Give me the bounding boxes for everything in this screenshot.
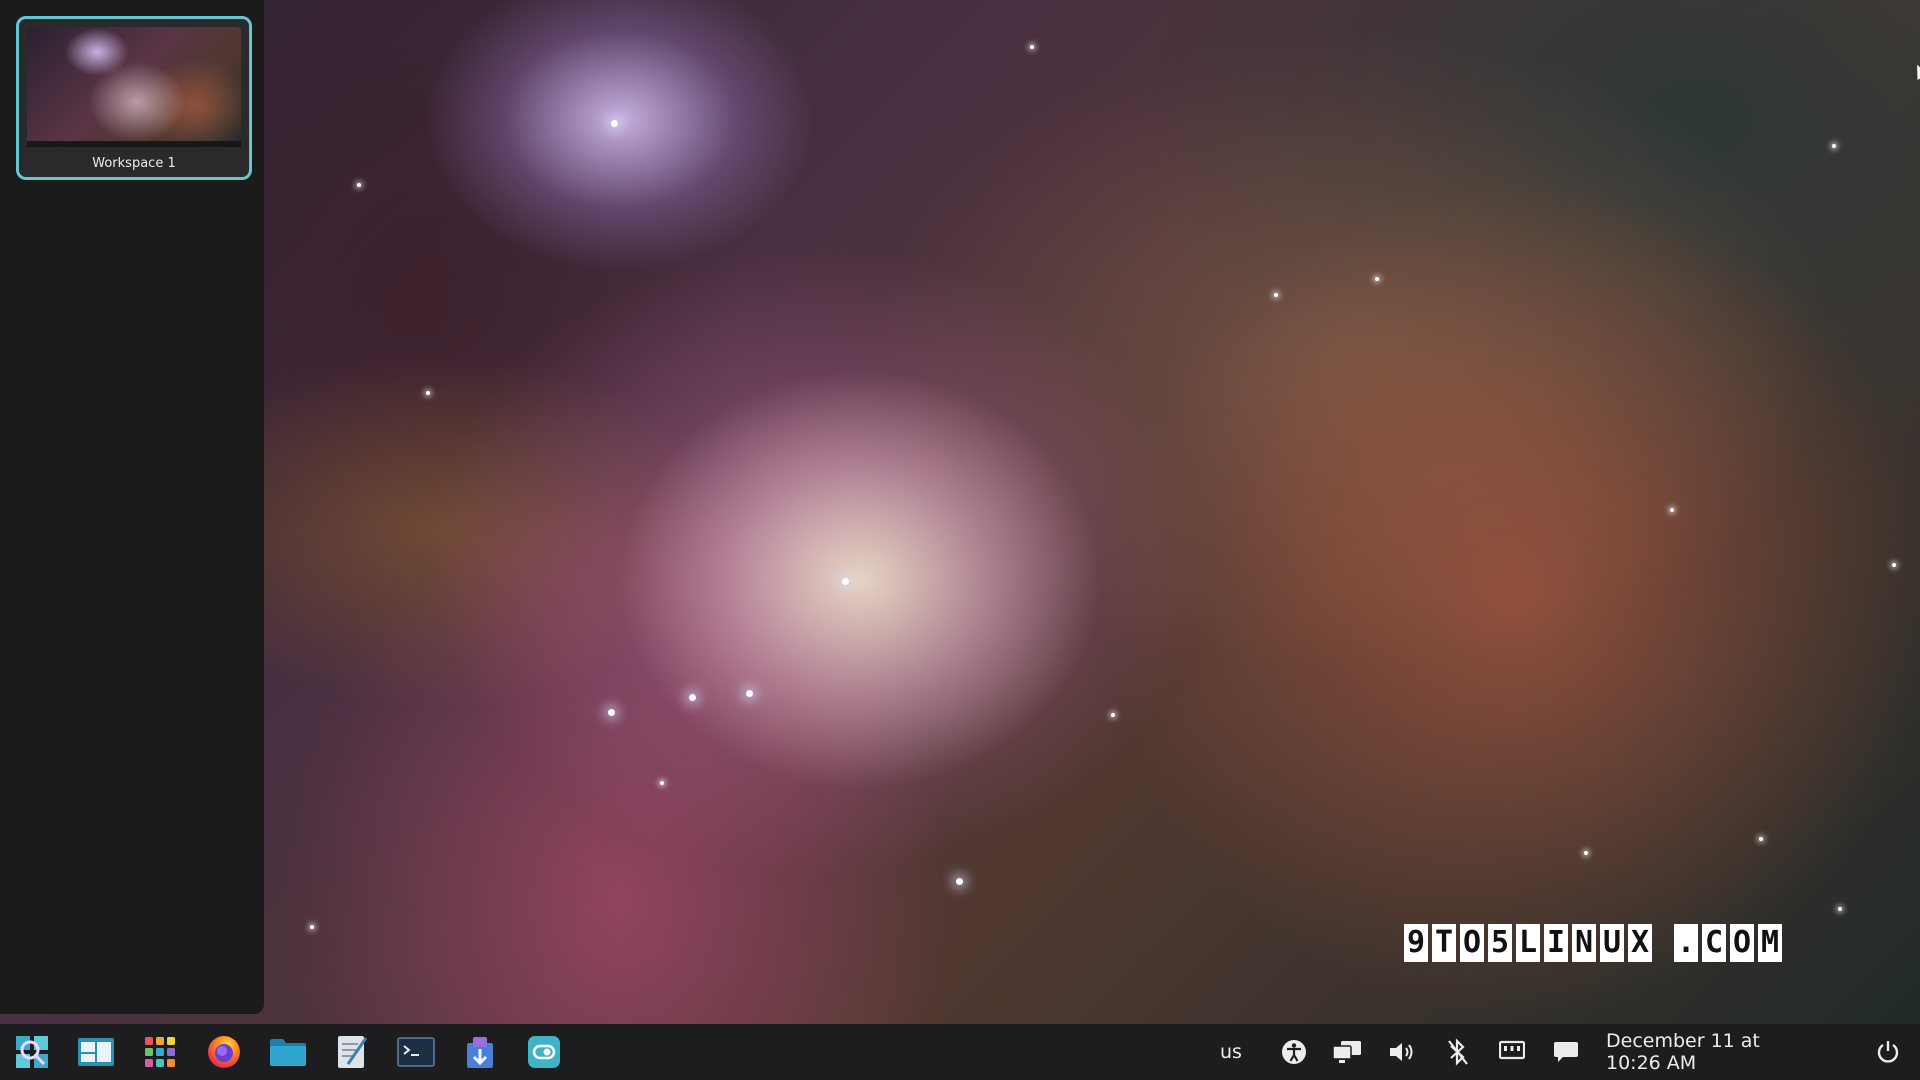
- bluetooth-off-icon: [1448, 1038, 1468, 1066]
- wallpaper-star: [1838, 907, 1842, 911]
- wallpaper-star: [746, 690, 753, 697]
- volume-button[interactable]: [1386, 1024, 1418, 1080]
- network-icon: [1499, 1040, 1525, 1060]
- watermark-char: L: [1516, 924, 1540, 962]
- displays-icon: [1332, 1041, 1361, 1063]
- wallpaper-star: [608, 709, 615, 716]
- volume-icon: [1390, 1043, 1413, 1061]
- wallpaper-star: [1892, 563, 1896, 567]
- displays-button[interactable]: [1331, 1024, 1363, 1080]
- workspaces-panel: Workspace 1: [0, 0, 264, 1014]
- power-icon: [1877, 1041, 1899, 1063]
- text-editor-icon: [338, 1036, 368, 1068]
- files-button[interactable]: [268, 1032, 308, 1072]
- text-editor-button[interactable]: [332, 1032, 372, 1072]
- watermark-char: M: [1758, 924, 1782, 962]
- wallpaper-star: [689, 694, 696, 701]
- watermark-char: C: [1702, 924, 1726, 962]
- wallpaper-star: [660, 781, 664, 785]
- workspaces-icon: [78, 1038, 114, 1066]
- watermark-char: 9: [1404, 924, 1428, 962]
- wallpaper-star: [357, 183, 361, 187]
- app-grid-icon: [145, 1037, 175, 1067]
- watermark-gap: [1656, 924, 1670, 962]
- workspace-label: Workspace 1: [92, 156, 176, 171]
- watermark-char: X: [1628, 924, 1652, 962]
- launcher-search-icon: [16, 1036, 48, 1068]
- wallpaper-star: [310, 925, 314, 929]
- firefox-button[interactable]: [204, 1032, 244, 1072]
- accessibility-icon: [1282, 1040, 1306, 1064]
- settings-button[interactable]: [524, 1032, 564, 1072]
- notifications-button[interactable]: [1550, 1024, 1582, 1080]
- store-icon: [467, 1037, 493, 1068]
- terminal-icon: [397, 1037, 435, 1067]
- watermark-char: .: [1674, 924, 1698, 962]
- wallpaper-star: [1670, 508, 1674, 512]
- taskbar: us December 11 at 10:26 AM: [0, 1024, 1920, 1080]
- launcher-button[interactable]: [12, 1032, 52, 1072]
- wallpaper-star: [426, 391, 430, 395]
- wallpaper-star: [1832, 144, 1836, 148]
- workspace-thumbnail[interactable]: Workspace 1: [16, 16, 252, 180]
- keyboard-layout-indicator[interactable]: us: [1216, 1024, 1246, 1080]
- workspace-preview-taskbar: [27, 141, 241, 147]
- applications-button[interactable]: [140, 1032, 180, 1072]
- wallpaper-star: [956, 878, 963, 885]
- wallpaper-star: [1759, 837, 1763, 841]
- store-button[interactable]: [460, 1032, 500, 1072]
- folder-icon: [270, 1039, 306, 1066]
- wallpaper-star: [842, 578, 849, 585]
- watermark-char: U: [1600, 924, 1624, 962]
- watermark-char: O: [1460, 924, 1484, 962]
- workspaces-button[interactable]: [76, 1032, 116, 1072]
- site-watermark: 9 T O 5 L I N U X . C O M: [1404, 924, 1782, 962]
- network-button[interactable]: [1496, 1024, 1528, 1080]
- firefox-icon: [208, 1036, 240, 1068]
- workspace-preview: [27, 27, 241, 147]
- clock-datetime[interactable]: December 11 at 10:26 AM: [1606, 1024, 1776, 1080]
- watermark-char: O: [1730, 924, 1754, 962]
- wallpaper-star: [1584, 851, 1588, 855]
- mouse-cursor: [1911, 62, 1920, 80]
- notifications-icon: [1554, 1042, 1578, 1062]
- wallpaper-star: [1111, 713, 1115, 717]
- power-button[interactable]: [1872, 1024, 1904, 1080]
- watermark-char: T: [1432, 924, 1456, 962]
- watermark-char: 5: [1488, 924, 1512, 962]
- watermark-char: N: [1572, 924, 1596, 962]
- wallpaper-star: [1274, 293, 1278, 297]
- watermark-char: I: [1544, 924, 1568, 962]
- wallpaper-star: [1375, 277, 1379, 281]
- wallpaper-star: [611, 120, 618, 127]
- settings-icon: [528, 1036, 560, 1068]
- desktop-wallpaper: 9 T O 5 L I N U X . C O M: [0, 0, 1920, 1024]
- accessibility-button[interactable]: [1278, 1024, 1310, 1080]
- terminal-button[interactable]: [396, 1032, 436, 1072]
- wallpaper-star: [1030, 45, 1034, 49]
- bluetooth-button[interactable]: [1442, 1024, 1474, 1080]
